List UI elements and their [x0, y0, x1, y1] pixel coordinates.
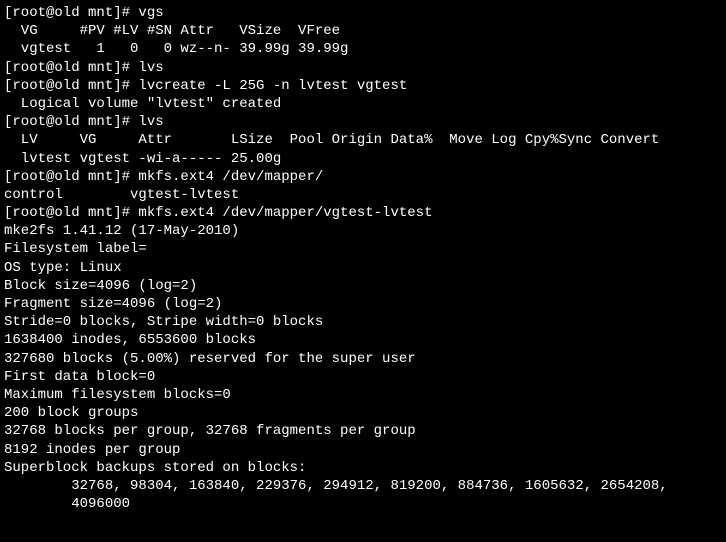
- terminal-line: [root@old mnt]# mkfs.ext4 /dev/mapper/: [4, 168, 722, 186]
- terminal-line: 1638400 inodes, 6553600 blocks: [4, 331, 722, 349]
- terminal-line: LV VG Attr LSize Pool Origin Data% Move …: [4, 131, 722, 149]
- terminal-line: [root@old mnt]# mkfs.ext4 /dev/mapper/vg…: [4, 204, 722, 222]
- terminal-line: 4096000: [4, 495, 722, 513]
- terminal-line: [root@old mnt]# lvs: [4, 59, 722, 77]
- terminal-line: Superblock backups stored on blocks:: [4, 459, 722, 477]
- terminal-line: Maximum filesystem blocks=0: [4, 386, 722, 404]
- terminal-line: 8192 inodes per group: [4, 441, 722, 459]
- terminal-line: 32768 blocks per group, 32768 fragments …: [4, 422, 722, 440]
- terminal-line: VG #PV #LV #SN Attr VSize VFree: [4, 22, 722, 40]
- terminal-output: [root@old mnt]# vgs VG #PV #LV #SN Attr …: [4, 4, 722, 513]
- terminal-line: control vgtest-lvtest: [4, 186, 722, 204]
- terminal-line: First data block=0: [4, 368, 722, 386]
- terminal-line: 200 block groups: [4, 404, 722, 422]
- terminal-line: mke2fs 1.41.12 (17-May-2010): [4, 222, 722, 240]
- terminal-line: 32768, 98304, 163840, 229376, 294912, 81…: [4, 477, 722, 495]
- terminal-line: vgtest 1 0 0 wz--n- 39.99g 39.99g: [4, 40, 722, 58]
- terminal-line: 327680 blocks (5.00%) reserved for the s…: [4, 350, 722, 368]
- terminal-line: Filesystem label=: [4, 240, 722, 258]
- terminal-line: Logical volume "lvtest" created: [4, 95, 722, 113]
- terminal-line: Stride=0 blocks, Stripe width=0 blocks: [4, 313, 722, 331]
- terminal-line: Block size=4096 (log=2): [4, 277, 722, 295]
- terminal-line: [root@old mnt]# lvs: [4, 113, 722, 131]
- terminal-line: lvtest vgtest -wi-a----- 25.00g: [4, 150, 722, 168]
- terminal-line: [root@old mnt]# lvcreate -L 25G -n lvtes…: [4, 77, 722, 95]
- terminal-line: OS type: Linux: [4, 259, 722, 277]
- terminal-line: [root@old mnt]# vgs: [4, 4, 722, 22]
- terminal-line: Fragment size=4096 (log=2): [4, 295, 722, 313]
